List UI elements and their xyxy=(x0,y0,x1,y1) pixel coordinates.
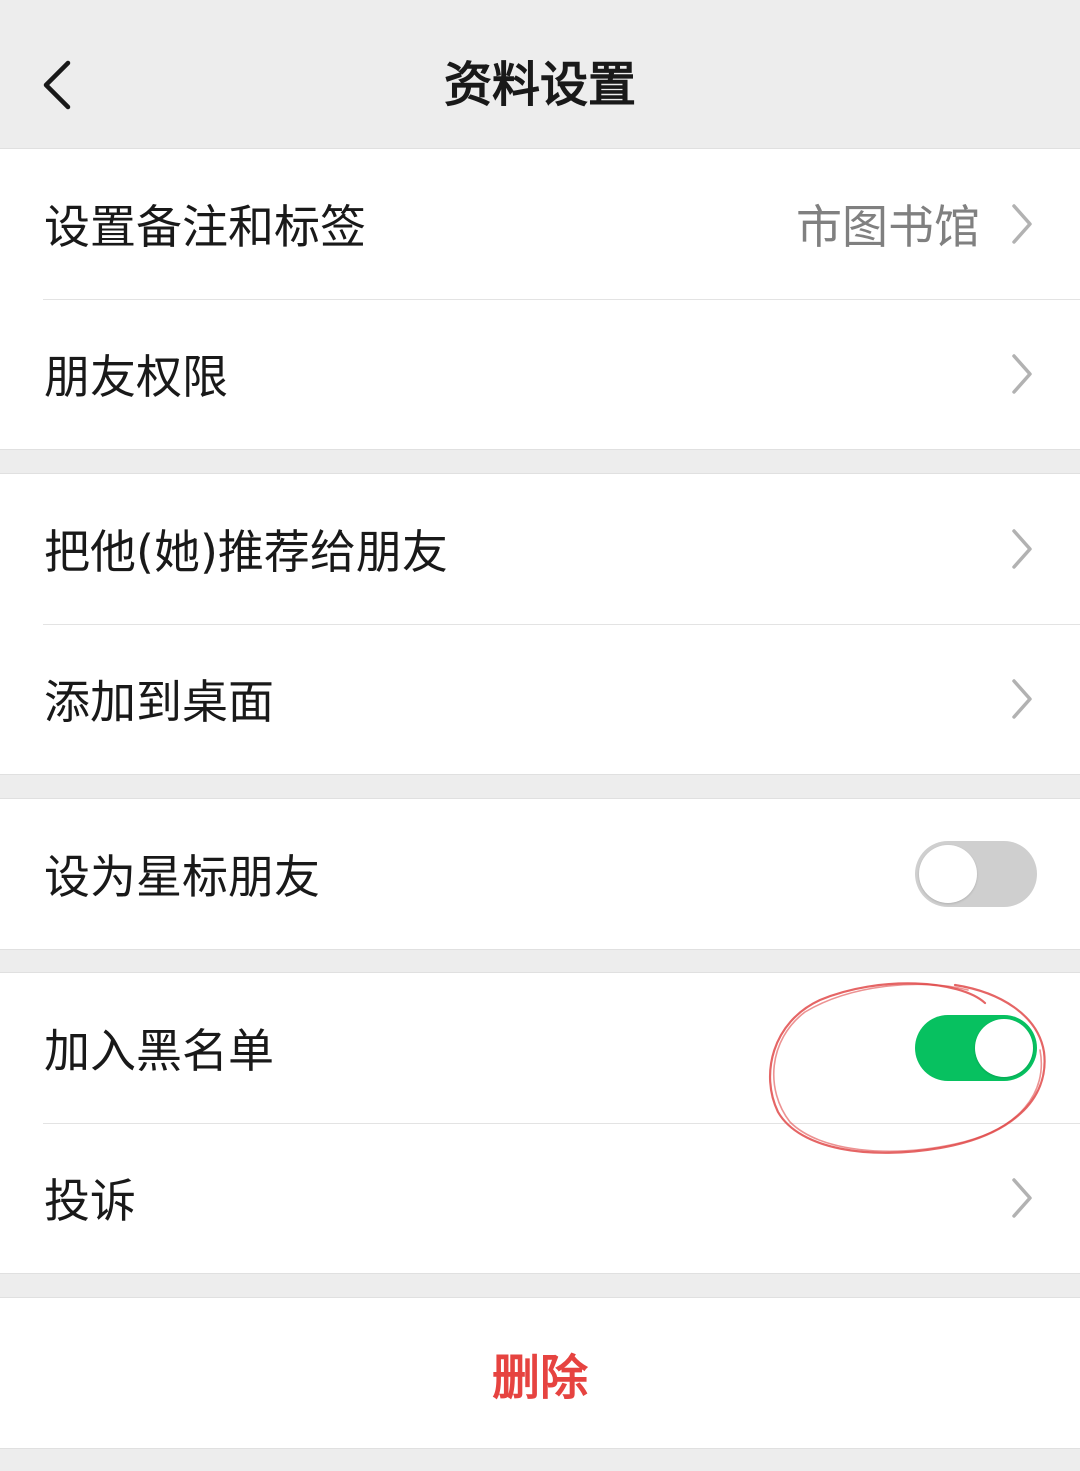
row-friend-permissions[interactable]: 朋友权限 xyxy=(0,299,1080,449)
row-complaint[interactable]: 投诉 xyxy=(0,1123,1080,1273)
row-label: 添加到桌面 xyxy=(44,675,274,729)
delete-label: 删除 xyxy=(491,1350,588,1406)
row-add-to-desktop[interactable]: 添加到桌面 xyxy=(0,624,1080,774)
chevron-right-icon xyxy=(1012,354,1032,394)
navigation-bar: 资料设置 xyxy=(0,0,1080,148)
switch-knob xyxy=(975,1019,1033,1077)
row-star-friend: 设为星标朋友 xyxy=(0,799,1080,949)
chevron-right-icon xyxy=(1012,1178,1032,1218)
chevron-right-icon xyxy=(1012,679,1032,719)
row-label: 投诉 xyxy=(44,1174,136,1228)
switch-knob xyxy=(919,845,977,903)
chevron-right-icon xyxy=(1012,529,1032,569)
delete-button[interactable]: 删除 xyxy=(0,1298,1080,1448)
row-label: 加入黑名单 xyxy=(44,1024,274,1078)
row-blacklist: 加入黑名单 xyxy=(0,973,1080,1123)
star-friend-switch[interactable] xyxy=(915,841,1037,907)
row-label: 朋友权限 xyxy=(44,350,228,404)
chevron-right-icon xyxy=(1012,204,1032,244)
row-label: 设置备注和标签 xyxy=(44,200,366,254)
settings-group-4: 加入黑名单 投诉 xyxy=(0,972,1080,1274)
row-label: 设为星标朋友 xyxy=(44,850,320,904)
page-title: 资料设置 xyxy=(443,57,636,113)
row-label: 把他(她)推荐给朋友 xyxy=(44,525,448,579)
row-recommend-to-friend[interactable]: 把他(她)推荐给朋友 xyxy=(0,474,1080,624)
delete-group: 删除 xyxy=(0,1297,1080,1449)
row-value: 市图书馆 xyxy=(796,200,980,254)
settings-group-3: 设为星标朋友 xyxy=(0,798,1080,950)
settings-group-2: 把他(她)推荐给朋友 添加到桌面 xyxy=(0,473,1080,775)
row-remark-and-tags[interactable]: 设置备注和标签 市图书馆 xyxy=(0,149,1080,299)
settings-group-1: 设置备注和标签 市图书馆 朋友权限 xyxy=(0,148,1080,450)
blacklist-switch[interactable] xyxy=(915,1015,1037,1081)
